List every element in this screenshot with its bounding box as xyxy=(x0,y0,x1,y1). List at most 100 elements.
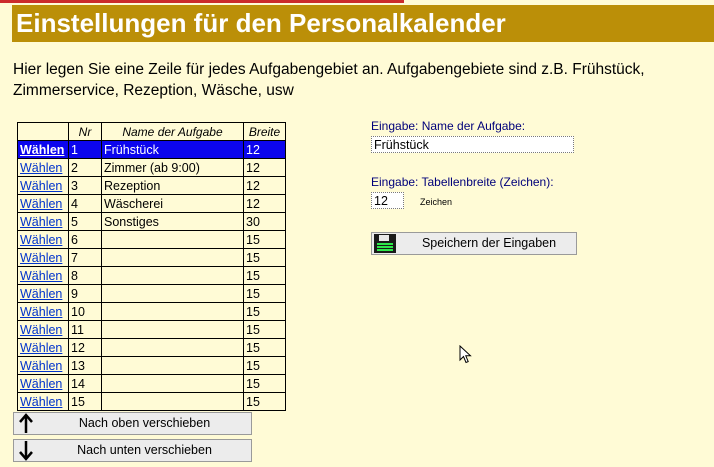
task-width-cell: 15 xyxy=(243,338,286,357)
task-width-cell: 15 xyxy=(243,320,286,339)
table-row[interactable]: Wählen 14 15 xyxy=(17,374,286,393)
select-row-link[interactable]: Wählen xyxy=(20,269,62,283)
select-cell: Wählen xyxy=(17,194,69,213)
row-number: 15 xyxy=(68,392,102,411)
task-name-cell xyxy=(101,392,244,411)
table-row[interactable]: Wählen 11 15 xyxy=(17,320,286,339)
table-row[interactable]: Wählen 5 Sonstiges 30 xyxy=(17,212,286,231)
table-row[interactable]: Wählen 4 Wäscherei 12 xyxy=(17,194,286,213)
task-name-cell: Sonstiges xyxy=(101,212,244,231)
table-row[interactable]: Wählen 7 15 xyxy=(17,248,286,267)
task-name-input[interactable] xyxy=(371,136,574,153)
task-name-cell xyxy=(101,284,244,303)
task-width-cell: 15 xyxy=(243,392,286,411)
table-row[interactable]: Wählen 15 15 xyxy=(17,392,286,411)
table-row[interactable]: Wählen 13 15 xyxy=(17,356,286,375)
select-cell: Wählen xyxy=(17,212,69,231)
table-row[interactable]: Wählen 12 15 xyxy=(17,338,286,357)
row-number: 6 xyxy=(68,230,102,249)
task-width-cell: 12 xyxy=(243,194,286,213)
select-cell: Wählen xyxy=(17,176,69,195)
task-name-cell: Wäscherei xyxy=(101,194,244,213)
task-width-cell: 30 xyxy=(243,212,286,231)
select-row-link[interactable]: Wählen xyxy=(20,251,62,265)
task-name-cell xyxy=(101,302,244,321)
table-row[interactable]: Wählen 3 Rezeption 12 xyxy=(17,176,286,195)
mouse-pointer-icon xyxy=(459,345,472,364)
table-width-input[interactable] xyxy=(371,192,404,209)
task-width-cell: 15 xyxy=(243,356,286,375)
task-width-cell: 12 xyxy=(243,176,286,195)
select-row-link[interactable]: Wählen xyxy=(20,395,62,409)
select-row-link[interactable]: Wählen xyxy=(20,197,62,211)
row-number: 8 xyxy=(68,266,102,285)
table-row[interactable]: Wählen 10 15 xyxy=(17,302,286,321)
select-row-link[interactable]: Wählen xyxy=(20,143,64,157)
select-row-link[interactable]: Wählen xyxy=(20,233,62,247)
intro-text: Hier legen Sie eine Zeile für jedes Aufg… xyxy=(13,61,645,99)
select-cell: Wählen xyxy=(17,356,69,375)
move-up-button[interactable]: Nach oben verschieben xyxy=(13,412,252,435)
select-cell: Wählen xyxy=(17,338,69,357)
task-width-cell: 15 xyxy=(243,230,286,249)
table-row[interactable]: Wählen 9 15 xyxy=(17,284,286,303)
row-number: 4 xyxy=(68,194,102,213)
move-up-label: Nach oben verschieben xyxy=(78,416,211,430)
top-accent-line xyxy=(0,0,404,3)
select-cell: Wählen xyxy=(17,284,69,303)
task-name-cell xyxy=(101,374,244,393)
task-width-cell: 15 xyxy=(243,248,286,267)
task-width-cell: 12 xyxy=(243,158,286,177)
arrow-down-icon xyxy=(19,441,33,461)
row-number: 3 xyxy=(68,176,102,195)
table-row[interactable]: Wählen 2 Zimmer (ab 9:00) 12 xyxy=(17,158,286,177)
task-name-cell: Rezeption xyxy=(101,176,244,195)
select-row-link[interactable]: Wählen xyxy=(20,287,62,301)
table-header-row: Nr Name der Aufgabe Breite xyxy=(17,122,286,141)
row-number: 7 xyxy=(68,248,102,267)
table-row[interactable]: Wählen 6 15 xyxy=(17,230,286,249)
row-number: 10 xyxy=(68,302,102,321)
select-row-link[interactable]: Wählen xyxy=(20,359,62,373)
move-down-label: Nach unten verschieben xyxy=(77,443,212,457)
select-row-link[interactable]: Wählen xyxy=(20,305,62,319)
column-header-width: Breite xyxy=(243,122,286,141)
task-width-cell: 12 xyxy=(243,140,286,159)
column-header-nr: Nr xyxy=(68,122,102,141)
select-cell: Wählen xyxy=(17,392,69,411)
select-cell: Wählen xyxy=(17,140,69,159)
task-name-cell: Zimmer (ab 9:00) xyxy=(101,158,244,177)
move-down-button[interactable]: Nach unten verschieben xyxy=(13,439,252,462)
row-number: 11 xyxy=(68,320,102,339)
row-number: 2 xyxy=(68,158,102,177)
select-cell: Wählen xyxy=(17,374,69,393)
select-cell: Wählen xyxy=(17,302,69,321)
page-header: Einstellungen für den Personalkalender xyxy=(12,5,714,42)
task-width-cell: 15 xyxy=(243,302,286,321)
table-body: Wählen 1 Frühstück 12 Wählen 2 Zimmer (ab 9:00… xyxy=(17,140,286,411)
task-name-cell xyxy=(101,230,244,249)
select-row-link[interactable]: Wählen xyxy=(20,341,62,355)
table-row[interactable]: Wählen 8 15 xyxy=(17,266,286,285)
page-title: Einstellungen für den Personalkalender xyxy=(16,8,506,38)
select-row-link[interactable]: Wählen xyxy=(20,323,62,337)
row-number: 5 xyxy=(68,212,102,231)
select-row-link[interactable]: Wählen xyxy=(20,179,62,193)
floppy-disk-icon xyxy=(374,234,396,253)
table-row[interactable]: Wählen 1 Frühstück 12 xyxy=(17,140,286,159)
row-number: 14 xyxy=(68,374,102,393)
task-width-cell: 15 xyxy=(243,374,286,393)
task-name-cell xyxy=(101,338,244,357)
column-header-name: Name der Aufgabe xyxy=(101,122,244,141)
table-width-label: Eingabe: Tabellenbreite (Zeichen): xyxy=(371,175,554,189)
save-button[interactable]: Speichern der Eingaben xyxy=(371,232,577,255)
row-number: 9 xyxy=(68,284,102,303)
select-row-link[interactable]: Wählen xyxy=(20,377,62,391)
row-number: 13 xyxy=(68,356,102,375)
task-name-cell xyxy=(101,266,244,285)
task-width-cell: 15 xyxy=(243,266,286,285)
save-label: Speichern der Eingaben xyxy=(421,236,557,250)
select-row-link[interactable]: Wählen xyxy=(20,215,62,229)
select-cell: Wählen xyxy=(17,230,69,249)
select-row-link[interactable]: Wählen xyxy=(20,161,62,175)
